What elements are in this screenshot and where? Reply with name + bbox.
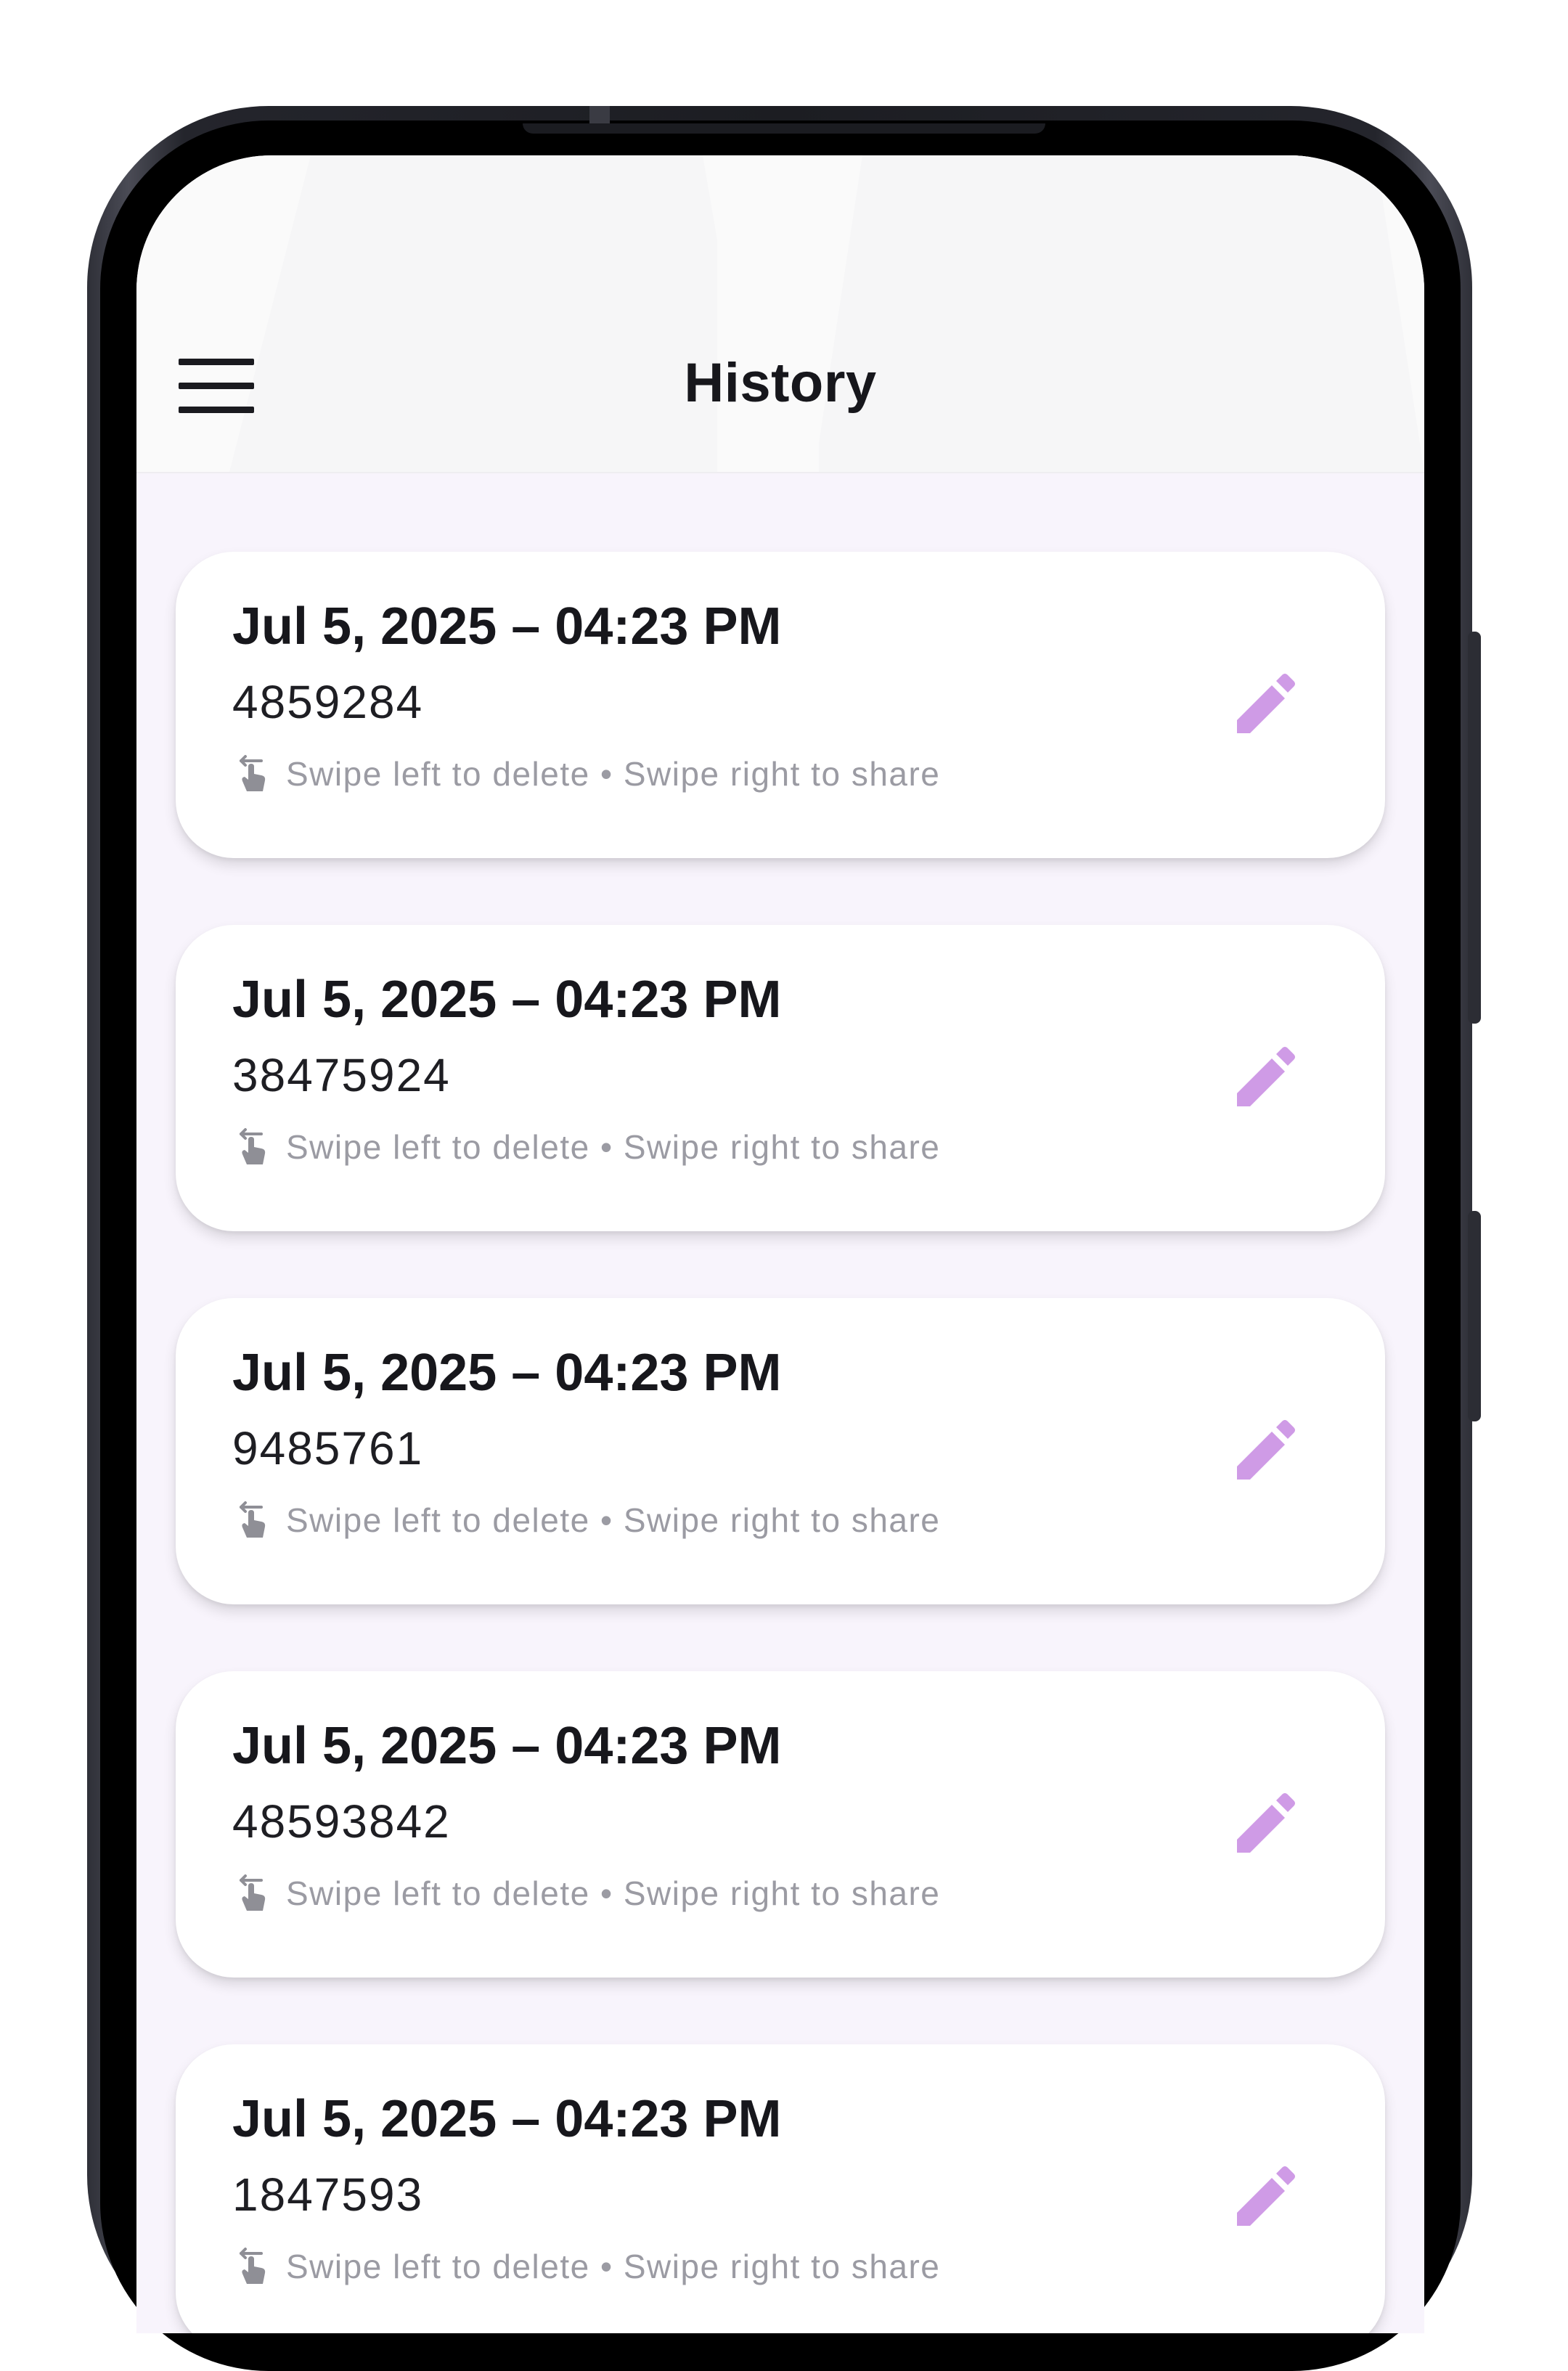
swipe-hint: Swipe left to delete • Swipe right to sh… bbox=[232, 1127, 940, 1167]
pencil-edit-icon-glyph bbox=[1237, 1793, 1295, 1853]
swipe-hint: Swipe left to delete • Swipe right to sh… bbox=[232, 1873, 940, 1914]
pencil-edit-icon[interactable] bbox=[1221, 661, 1308, 748]
pencil-edit-icon[interactable] bbox=[1221, 1407, 1308, 1494]
swipe-hint-text: Swipe left to delete • Swipe right to sh… bbox=[286, 1874, 941, 1912]
history-number: 1847593 bbox=[232, 2168, 424, 2221]
history-card[interactable]: Jul 5, 2025 – 04:23 PM 1847593 Swipe lef… bbox=[176, 2044, 1385, 2333]
swipe-hint-text: Swipe left to delete • Swipe right to sh… bbox=[286, 755, 941, 793]
history-number: 38475924 bbox=[232, 1049, 451, 1101]
side-button bbox=[1468, 1211, 1481, 1421]
swipe-hint-text: Swipe left to delete • Swipe right to sh… bbox=[286, 1128, 941, 1166]
earpiece-speaker bbox=[523, 123, 1045, 134]
pencil-edit-icon[interactable] bbox=[1221, 1780, 1308, 1867]
pencil-edit-icon-glyph bbox=[1237, 1420, 1295, 1480]
power-button bbox=[1468, 632, 1481, 1024]
swipe-gesture-icon bbox=[240, 2248, 266, 2284]
header-decoration bbox=[819, 155, 1424, 472]
pencil-edit-icon-glyph bbox=[1237, 674, 1295, 733]
pencil-edit-icon[interactable] bbox=[1221, 2153, 1308, 2240]
history-date: Jul 5, 2025 – 04:23 PM bbox=[232, 597, 782, 656]
pencil-edit-icon[interactable] bbox=[1221, 1034, 1308, 1121]
history-card[interactable]: Jul 5, 2025 – 04:23 PM 9485761 Swipe lef… bbox=[176, 1298, 1385, 1604]
history-card[interactable]: Jul 5, 2025 – 04:23 PM 38475924 Swipe le… bbox=[176, 925, 1385, 1231]
history-date: Jul 5, 2025 – 04:23 PM bbox=[232, 1344, 782, 1402]
swipe-gesture-icon bbox=[240, 1128, 266, 1164]
history-date: Jul 5, 2025 – 04:23 PM bbox=[232, 1717, 782, 1775]
history-number: 9485761 bbox=[232, 1422, 424, 1474]
history-card[interactable]: Jul 5, 2025 – 04:23 PM 48593842 Swipe le… bbox=[176, 1671, 1385, 1978]
swipe-gesture-icon bbox=[240, 1874, 266, 1911]
header-decoration bbox=[229, 155, 717, 472]
history-number: 4859284 bbox=[232, 676, 424, 728]
swipe-gesture-icon bbox=[240, 1501, 266, 1538]
history-date: Jul 5, 2025 – 04:23 PM bbox=[232, 2090, 782, 2148]
swipe-hint: Swipe left to delete • Swipe right to sh… bbox=[232, 754, 940, 794]
page-title: History bbox=[684, 352, 877, 414]
antenna-band bbox=[589, 106, 610, 123]
swipe-hint-text: Swipe left to delete • Swipe right to sh… bbox=[286, 1501, 941, 1539]
swipe-hint: Swipe left to delete • Swipe right to sh… bbox=[232, 1500, 940, 1540]
swipe-hint-text: Swipe left to delete • Swipe right to sh… bbox=[286, 2248, 941, 2285]
history-number: 48593842 bbox=[232, 1795, 451, 1848]
swipe-gesture-icon bbox=[240, 755, 266, 791]
app-screen: History Jul 5, 2025 – 04:23 PM 4859284 S… bbox=[136, 155, 1424, 2333]
app-bar: History bbox=[136, 155, 1424, 473]
history-date: Jul 5, 2025 – 04:23 PM bbox=[232, 971, 782, 1029]
swipe-hint: Swipe left to delete • Swipe right to sh… bbox=[232, 2246, 940, 2287]
pencil-edit-icon-glyph bbox=[1237, 1047, 1295, 1106]
pencil-edit-icon-glyph bbox=[1237, 2166, 1295, 2226]
history-card[interactable]: Jul 5, 2025 – 04:23 PM 4859284 Swipe lef… bbox=[176, 552, 1385, 858]
